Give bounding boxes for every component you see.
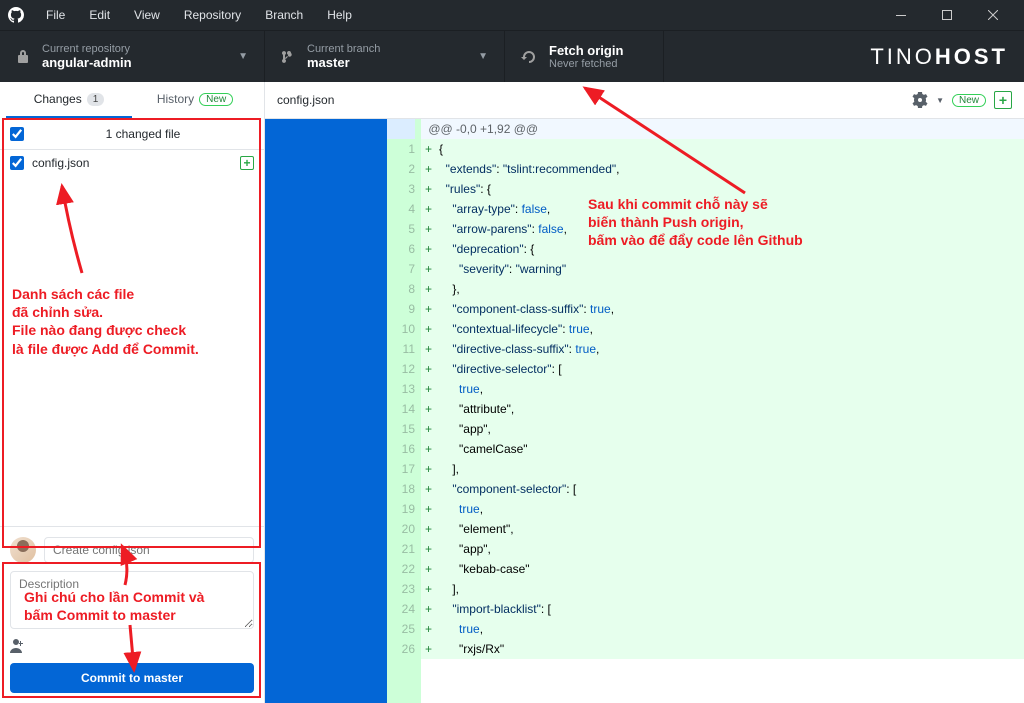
diff-header: config.json ▼ New +	[265, 82, 1024, 119]
brand-logo: TINOHOST	[854, 31, 1024, 82]
diff-blue-bar	[265, 119, 387, 703]
commit-summary-input[interactable]	[44, 537, 254, 563]
new-badge: New	[952, 94, 986, 107]
diff-filename: config.json	[277, 93, 334, 107]
content-area: config.json ▼ New + 12345678910111213141…	[265, 82, 1024, 703]
menu-help[interactable]: Help	[317, 4, 362, 26]
changed-files-count: 1 changed file	[32, 127, 254, 141]
minimize-button[interactable]	[878, 0, 924, 30]
repo-label: Current repository	[42, 43, 132, 55]
menu-repository[interactable]: Repository	[174, 4, 251, 26]
menu-branch[interactable]: Branch	[255, 4, 313, 26]
sync-icon	[521, 49, 537, 65]
branch-name: master	[307, 55, 380, 70]
new-badge: New	[199, 93, 233, 106]
changes-count-badge: 1	[87, 93, 105, 106]
maximize-button[interactable]	[924, 0, 970, 30]
fetch-origin-button[interactable]: Fetch origin Never fetched	[505, 31, 664, 82]
person-plus-icon	[10, 639, 26, 653]
chevron-down-icon: ▼	[478, 51, 488, 62]
expand-button[interactable]: +	[994, 91, 1012, 109]
file-checkbox[interactable]	[10, 156, 24, 170]
line-numbers: 1234567891011121314151617181920212223242…	[387, 119, 421, 703]
window-controls	[878, 0, 1016, 30]
tab-history[interactable]: History New	[132, 82, 258, 118]
sidebar-tabs: Changes 1 History New	[6, 82, 258, 119]
branch-switcher[interactable]: Current branch master ▼	[265, 31, 505, 82]
branch-icon	[281, 49, 295, 65]
added-icon: +	[240, 156, 254, 170]
tab-changes[interactable]: Changes 1	[6, 82, 132, 118]
commit-description-input[interactable]	[10, 571, 254, 629]
diff-lines: @@ -0,0 +1,92 @@+{+ "extends": "tslint:r…	[421, 119, 1024, 703]
gear-icon[interactable]	[912, 92, 928, 108]
select-all-checkbox[interactable]	[10, 127, 24, 141]
sidebar: Changes 1 History New 1 changed file con…	[0, 82, 265, 703]
lock-icon	[16, 49, 30, 65]
menu-view[interactable]: View	[124, 4, 170, 26]
diff-view: 1234567891011121314151617181920212223242…	[265, 119, 1024, 703]
repo-name: angular-admin	[42, 55, 132, 70]
tab-changes-label: Changes	[34, 92, 82, 106]
repo-switcher[interactable]: Current repository angular-admin ▼	[0, 31, 265, 82]
add-coauthor-button[interactable]	[10, 637, 254, 655]
file-row[interactable]: config.json +	[0, 150, 264, 176]
titlebar: File Edit View Repository Branch Help	[0, 0, 1024, 30]
main-area: Changes 1 History New 1 changed file con…	[0, 82, 1024, 703]
main-menu: File Edit View Repository Branch Help	[36, 4, 362, 26]
avatar	[10, 537, 36, 563]
commit-panel: Commit to master	[0, 526, 264, 703]
tab-history-label: History	[157, 92, 194, 106]
github-logo-icon	[8, 7, 24, 23]
file-name: config.json	[32, 156, 89, 170]
toolbar: Current repository angular-admin ▼ Curre…	[0, 30, 1024, 82]
changed-files-header: 1 changed file	[0, 119, 264, 150]
fetch-label: Fetch origin	[549, 43, 623, 58]
menu-file[interactable]: File	[36, 4, 75, 26]
close-button[interactable]	[970, 0, 1016, 30]
branch-label: Current branch	[307, 43, 380, 55]
commit-button[interactable]: Commit to master	[10, 663, 254, 693]
chevron-down-icon: ▼	[238, 51, 248, 62]
menu-edit[interactable]: Edit	[79, 4, 120, 26]
fetch-status: Never fetched	[549, 58, 623, 70]
